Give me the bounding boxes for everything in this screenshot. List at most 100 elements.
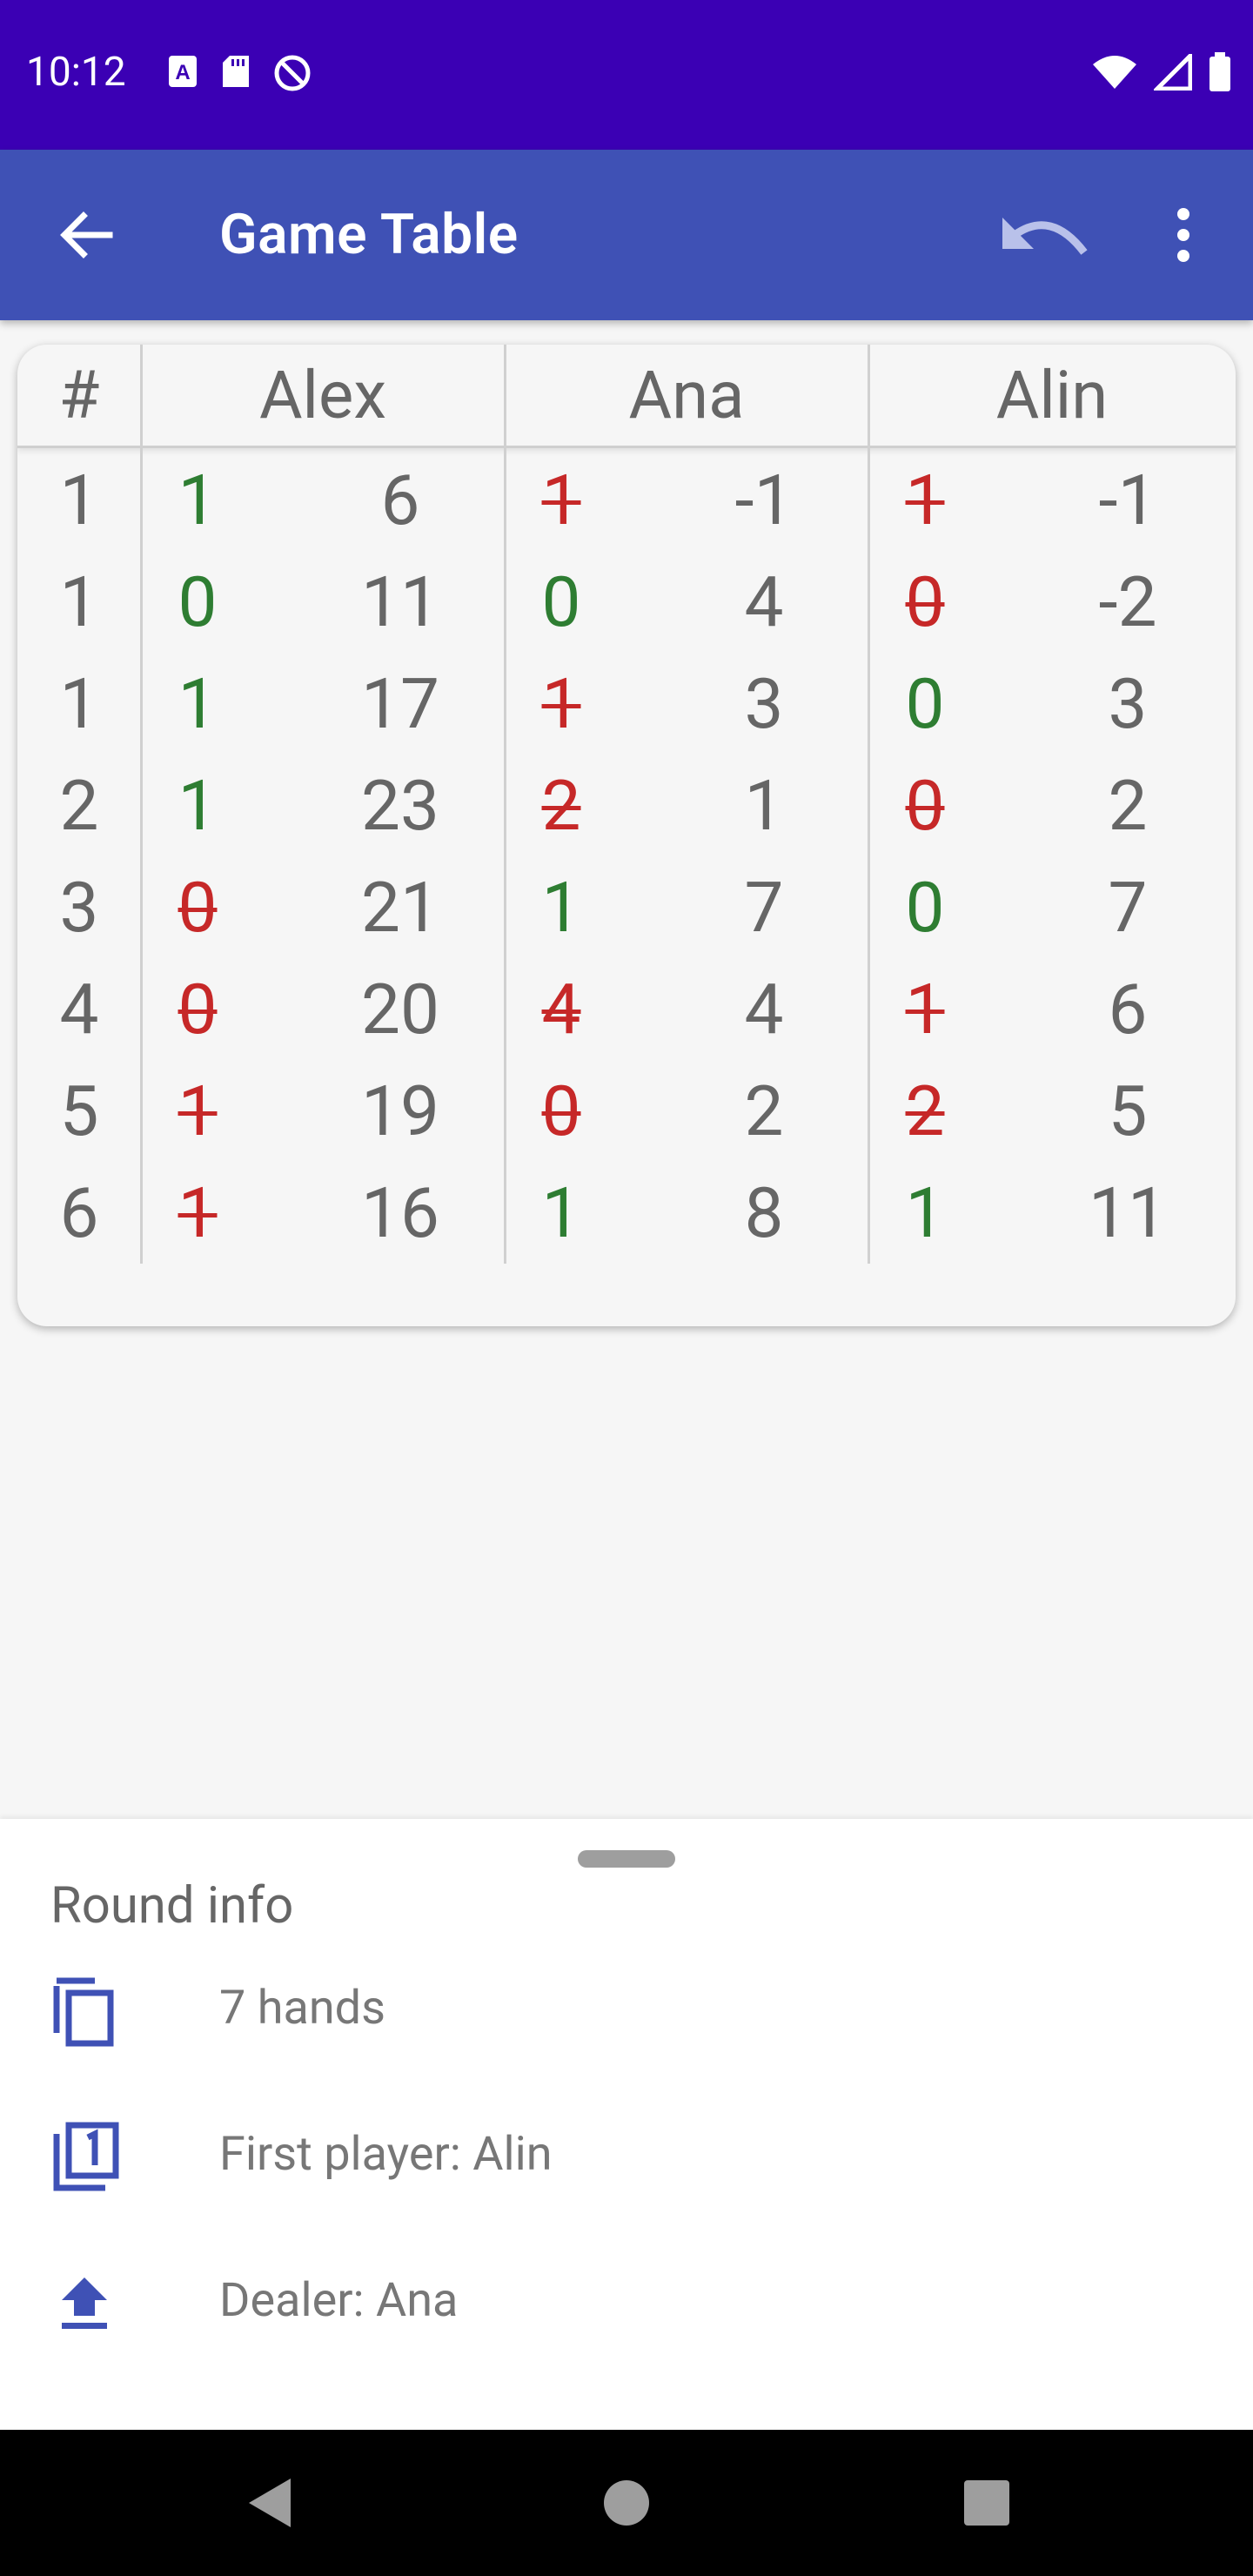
bid-value: 0: [541, 560, 581, 643]
round-number: 4: [59, 968, 99, 1050]
svg-text:A: A: [175, 61, 190, 84]
nav-recents-button[interactable]: [950, 2466, 1023, 2539]
bid-value: 1: [541, 1171, 581, 1254]
status-icons-left: A: [167, 54, 312, 92]
page-title: Game Table: [219, 202, 519, 267]
score-value: 8: [744, 1171, 784, 1254]
battery-icon: [1209, 52, 1230, 91]
nav-back-icon: [249, 2479, 291, 2527]
round-number: 3: [59, 866, 99, 949]
table-row: 6 1 16 1 8 1 11: [17, 1162, 1236, 1264]
more-options-button[interactable]: [1157, 193, 1209, 277]
bid-value: 2: [541, 764, 581, 847]
round-number: 1: [59, 662, 99, 745]
score-value: 1: [744, 764, 784, 847]
back-button[interactable]: [50, 204, 120, 266]
more-vert-icon: [1177, 208, 1189, 262]
round-number: 1: [59, 459, 99, 541]
score-table: # Alex Ana Alin 1 1 6 1 -1 1 -1 1 0 11 0 4 0 -2 1 1 17 1 3…: [17, 345, 1236, 1326]
round-info-title: Round info: [50, 1876, 294, 1935]
do-not-disturb-icon: [274, 55, 311, 91]
score-value: 17: [361, 662, 439, 745]
bid-value: 1: [905, 1171, 945, 1254]
bid-value: 0: [178, 968, 218, 1050]
wifi-icon: [1093, 56, 1136, 89]
table-row: 5 1 19 0 2 2 5: [17, 1060, 1236, 1162]
bid-value: 0: [905, 764, 945, 847]
round-number: 2: [59, 764, 99, 847]
score-value: 6: [380, 459, 420, 541]
nav-recents-icon: [964, 2480, 1009, 2526]
table-row: 4 0 20 4 4 1 6: [17, 958, 1236, 1060]
header-player-alin: Alin: [995, 356, 1109, 434]
score-value: 4: [744, 560, 784, 643]
round-number: 6: [59, 1171, 99, 1254]
table-row: 3 0 21 1 7 0 7: [17, 856, 1236, 958]
text-a-icon: A: [169, 56, 197, 87]
score-value: -1: [1098, 459, 1157, 541]
info-dealer-text: Dealer: Ana: [219, 2273, 459, 2328]
score-value: 3: [744, 662, 784, 745]
info-first-player-text: First player: Alin: [219, 2127, 553, 2182]
score-value: 3: [1108, 662, 1148, 745]
score-value: 16: [361, 1171, 439, 1254]
score-value: -1: [734, 459, 794, 541]
score-value: -2: [1098, 560, 1157, 643]
bid-value: 1: [905, 459, 945, 541]
copy-cards-icon: [45, 1974, 124, 2049]
score-value: 5: [1108, 1070, 1148, 1152]
bid-value: 1: [178, 662, 218, 745]
nav-back-button[interactable]: [233, 2466, 306, 2539]
info-dealer: Dealer: Ana: [0, 2249, 1253, 2353]
upload-icon: [45, 2266, 124, 2341]
score-value: 11: [361, 560, 439, 643]
app-bar: Game Table: [0, 150, 1253, 320]
bid-value: 0: [178, 560, 218, 643]
table-row: 1 0 11 0 4 0 -2: [17, 551, 1236, 653]
score-value: 7: [744, 866, 784, 949]
nav-home-icon: [604, 2480, 649, 2526]
status-bar: 10:12 A: [0, 0, 1253, 150]
bid-value: 1: [905, 968, 945, 1050]
bid-value: 0: [905, 866, 945, 949]
sd-card-icon: [223, 56, 249, 87]
drag-handle[interactable]: [578, 1850, 675, 1868]
score-value: 19: [361, 1070, 439, 1152]
bid-value: 0: [541, 1070, 581, 1152]
score-value: 23: [361, 764, 439, 847]
score-value: 2: [1108, 764, 1148, 847]
header-player-ana: Ana: [628, 356, 745, 434]
system-nav-bar: [0, 2430, 1253, 2576]
info-first-player: First player: Alin: [0, 2103, 1253, 2207]
bid-value: 1: [178, 459, 218, 541]
score-value: 11: [1089, 1171, 1167, 1254]
score-value: 2: [744, 1070, 784, 1152]
info-hands: 7 hands: [0, 1956, 1253, 2061]
round-number: 5: [59, 1070, 99, 1152]
bid-value: 1: [541, 662, 581, 745]
bid-value: 1: [541, 866, 581, 949]
filter-1-icon: [45, 2120, 124, 2195]
bid-value: 0: [178, 866, 218, 949]
table-row: 2 1 23 2 1 0 2: [17, 755, 1236, 856]
bid-value: 4: [541, 968, 581, 1050]
nav-home-button[interactable]: [590, 2466, 663, 2539]
score-value: 7: [1108, 866, 1148, 949]
score-value: 6: [1108, 968, 1148, 1050]
status-icons-right: [1091, 52, 1232, 92]
status-time: 10:12: [26, 49, 126, 96]
undo-button[interactable]: [992, 200, 1096, 270]
bid-value: 1: [178, 1171, 218, 1254]
undo-icon: [1002, 218, 1088, 255]
info-hands-text: 7 hands: [219, 1981, 386, 2036]
bid-value: 2: [905, 1070, 945, 1152]
bid-value: 1: [178, 1070, 218, 1152]
table-header: # Alex Ana Alin: [17, 345, 1236, 448]
bid-value: 0: [905, 560, 945, 643]
score-value: 21: [361, 866, 439, 949]
header-round: #: [58, 356, 100, 434]
score-value: 4: [744, 968, 784, 1050]
bid-value: 1: [178, 764, 218, 847]
arrow-back-icon: [60, 211, 113, 258]
bid-value: 1: [541, 459, 581, 541]
